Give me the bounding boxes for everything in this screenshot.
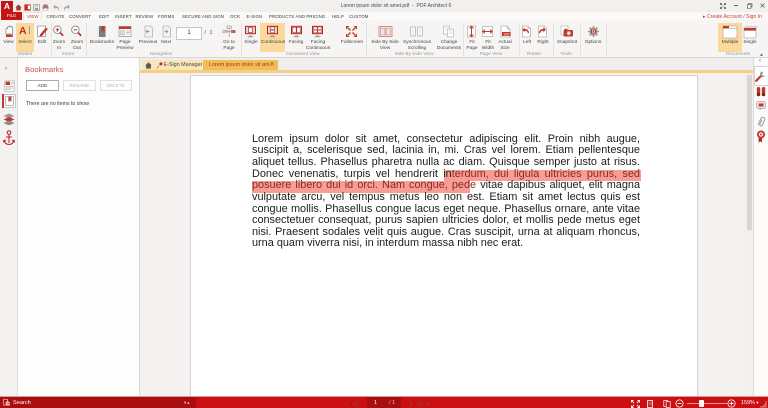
svg-text:100: 100 <box>503 32 509 36</box>
